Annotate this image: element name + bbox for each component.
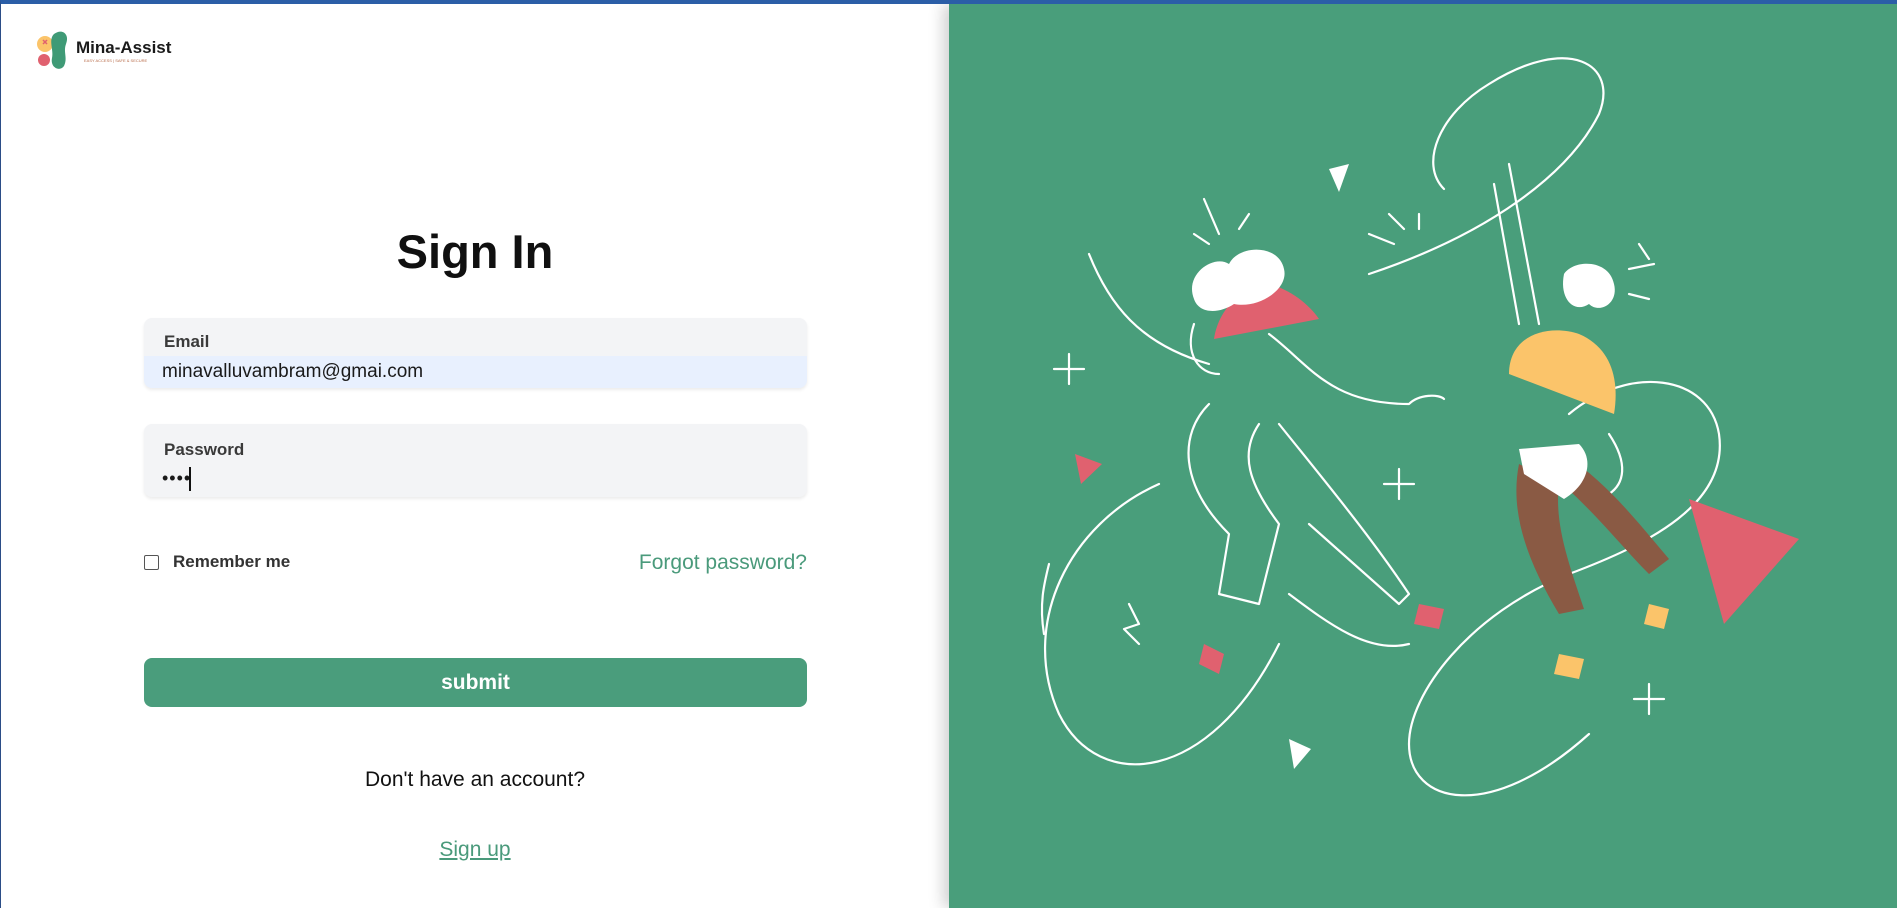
signup-container: Sign up <box>1 838 949 862</box>
signup-link[interactable]: Sign up <box>439 838 510 861</box>
page-title: Sign In <box>396 225 554 278</box>
sign-in-panel: Mina-Assist EASY ACCESS | SAFE & SECURE … <box>1 4 949 908</box>
dancing-people-illustration-icon <box>949 4 1897 908</box>
remember-me-label: Remember me <box>173 552 291 571</box>
password-field-container: Password <box>144 424 807 497</box>
text-cursor <box>189 467 191 491</box>
password-input[interactable] <box>144 459 807 497</box>
email-label: Email <box>164 332 210 351</box>
password-label: Password <box>164 440 245 459</box>
brand-tagline: EASY ACCESS | SAFE & SECURE <box>84 58 148 63</box>
email-field-container: Email <box>144 318 807 388</box>
submit-button[interactable]: submit <box>144 658 807 707</box>
illustration-panel <box>949 4 1897 908</box>
sign-in-page: Mina-Assist EASY ACCESS | SAFE & SECURE … <box>0 0 1897 908</box>
brand-logo[interactable]: Mina-Assist EASY ACCESS | SAFE & SECURE <box>36 28 186 74</box>
no-account-text: Don't have an account? <box>365 768 585 791</box>
logo-mark-icon <box>37 31 68 69</box>
email-input[interactable] <box>144 356 807 388</box>
forgot-password-link[interactable]: Forgot password? <box>639 551 807 575</box>
remember-me-checkbox[interactable] <box>144 555 159 570</box>
brand-name: Mina-Assist <box>76 38 172 57</box>
